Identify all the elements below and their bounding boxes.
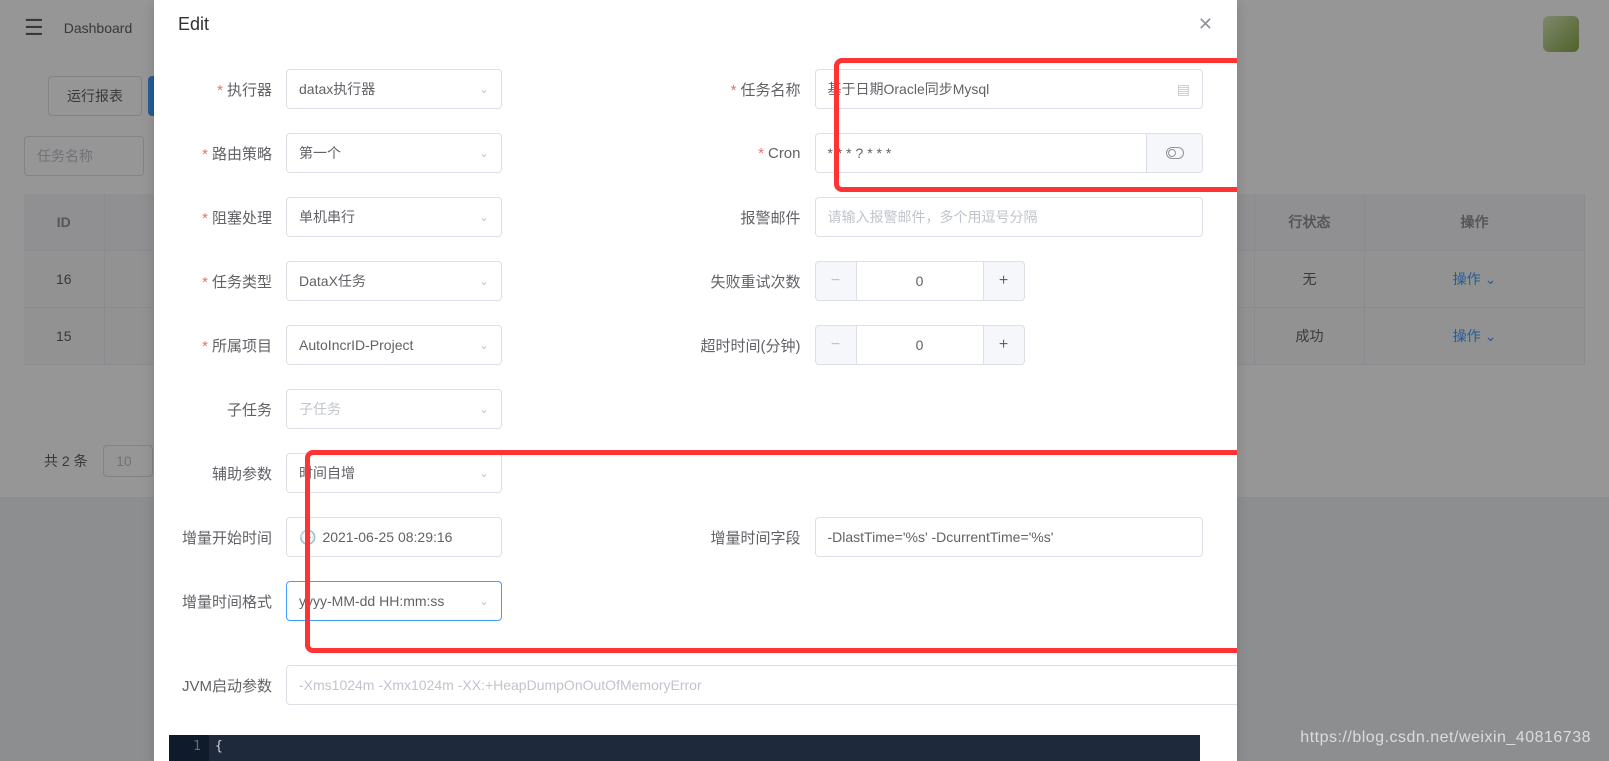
- watermark: https://blog.csdn.net/weixin_40816738: [1300, 729, 1591, 747]
- label-alarm: 报警邮件: [740, 210, 800, 227]
- label-incrstart: 增量开始时间: [182, 530, 272, 547]
- label-block: 阻塞处理: [212, 210, 272, 227]
- retry-stepper[interactable]: − 0 +: [815, 261, 1025, 301]
- subtask-select[interactable]: 子任务⌄: [286, 389, 502, 429]
- label-cron: Cron: [768, 145, 801, 162]
- executor-select[interactable]: datax执行器⌄: [286, 69, 502, 109]
- decrement-button[interactable]: −: [815, 261, 857, 301]
- incrstart-datetime[interactable]: 🕒2021-06-25 08:29:16: [286, 517, 502, 557]
- project-select[interactable]: AutoIncrID-Project⌄: [286, 325, 502, 365]
- label-executor: 执行器: [227, 82, 272, 99]
- code-editor[interactable]: 1 {: [169, 735, 1200, 761]
- edit-modal: Edit ✕ *执行器 datax执行器⌄ *任务名称 基于日期Oracle同步…: [154, 0, 1237, 761]
- jvm-input[interactable]: -Xms1024m -Xmx1024m -XX:+HeapDumpOnOutOf…: [286, 665, 1237, 705]
- label-route: 路由策略: [212, 146, 272, 163]
- label-jvm: JVM启动参数: [182, 678, 272, 695]
- incrfmt-select[interactable]: yyyy-MM-dd HH:mm:ss⌄: [286, 581, 502, 621]
- label-retry: 失败重试次数: [710, 274, 800, 291]
- increment-button[interactable]: +: [983, 325, 1025, 365]
- label-incrfmt: 增量时间格式: [182, 594, 272, 611]
- cron-builder-button[interactable]: [1146, 134, 1202, 172]
- incrfield-input[interactable]: -DlastTime='%s' -DcurrentTime='%s': [815, 517, 1204, 557]
- timeout-value[interactable]: 0: [857, 325, 983, 365]
- label-tasktype: 任务类型: [212, 274, 272, 291]
- label-assist: 辅助参数: [212, 466, 272, 483]
- close-icon[interactable]: ✕: [1198, 14, 1213, 35]
- label-project: 所属项目: [212, 338, 272, 355]
- block-select[interactable]: 单机串行⌄: [286, 197, 502, 237]
- chevron-down-icon: ⌄: [479, 402, 489, 416]
- chevron-down-icon: ⌄: [479, 274, 489, 288]
- code-gutter: 1: [169, 735, 209, 761]
- taskname-input[interactable]: 基于日期Oracle同步Mysql ▤: [815, 69, 1204, 109]
- cron-input[interactable]: * * * ? * * *: [816, 134, 1147, 172]
- contacts-icon: ▤: [1177, 81, 1190, 98]
- route-select[interactable]: 第一个⌄: [286, 133, 502, 173]
- tasktype-select[interactable]: DataX任务⌄: [286, 261, 502, 301]
- chevron-down-icon: ⌄: [479, 82, 489, 96]
- label-incrfield: 增量时间字段: [710, 530, 800, 547]
- chevron-down-icon: ⌄: [479, 594, 489, 608]
- chevron-down-icon: ⌄: [479, 338, 489, 352]
- retry-value[interactable]: 0: [857, 261, 983, 301]
- label-subtask: 子任务: [227, 402, 272, 419]
- assist-select[interactable]: 时间自增⌄: [286, 453, 502, 493]
- chevron-down-icon: ⌄: [479, 210, 489, 224]
- timeout-stepper[interactable]: − 0 +: [815, 325, 1025, 365]
- clock-icon: 🕒: [299, 529, 316, 545]
- label-taskname: 任务名称: [740, 82, 800, 99]
- modal-title: Edit: [178, 14, 209, 35]
- cron-input-group: * * * ? * * *: [815, 133, 1204, 173]
- label-timeout: 超时时间(分钟): [701, 338, 801, 355]
- chevron-down-icon: ⌄: [479, 146, 489, 160]
- alarm-input[interactable]: 请输入报警邮件，多个用逗号分隔: [815, 197, 1204, 237]
- decrement-button[interactable]: −: [815, 325, 857, 365]
- code-content[interactable]: {: [169, 735, 1200, 754]
- chevron-down-icon: ⌄: [479, 466, 489, 480]
- increment-button[interactable]: +: [983, 261, 1025, 301]
